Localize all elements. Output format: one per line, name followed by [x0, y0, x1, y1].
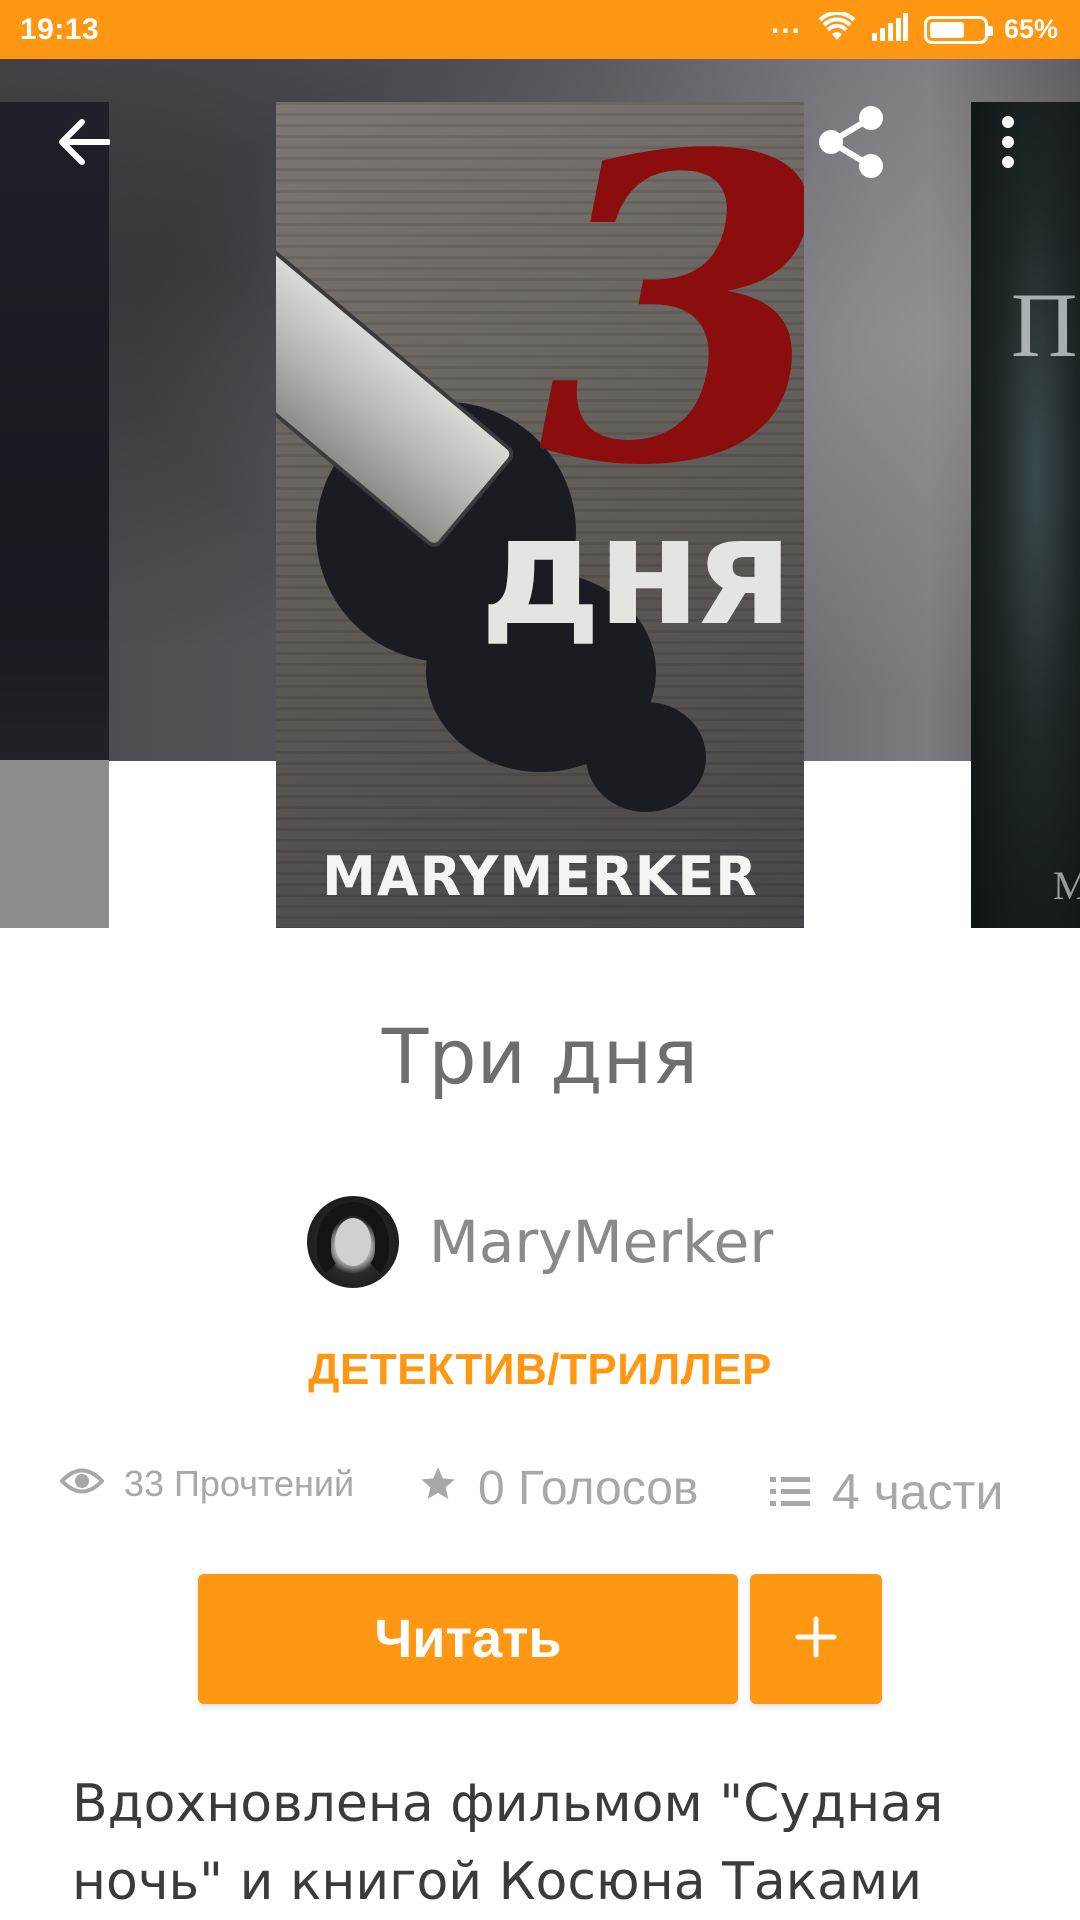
battery-icon: [923, 15, 993, 44]
battery-percent: 65%: [1003, 14, 1058, 44]
share-button[interactable]: [803, 96, 899, 192]
parts-stat[interactable]: 4 части: [770, 1463, 1003, 1521]
reads-stat: 33 Прочтений: [59, 1463, 355, 1505]
story-description: Вдохновлена фильмом "Судная ночь" и книг…: [72, 1774, 944, 1912]
next-story-cover[interactable]: П M: [971, 102, 1080, 928]
status-icons: ... 65%: [770, 6, 1058, 47]
status-bar: 19:13 ... 65%: [0, 0, 1080, 59]
status-time: 19:13: [20, 12, 100, 46]
author-name[interactable]: MaryMerker: [429, 1208, 773, 1276]
signal-icon: [871, 13, 908, 46]
next-cover-author-fragment: M: [1053, 863, 1080, 908]
star-icon: [418, 1461, 458, 1516]
genre-link[interactable]: ДЕТЕКТИВ/ТРИЛЛЕР: [0, 1345, 1080, 1395]
cover-author: MARYMERKER: [322, 845, 758, 908]
votes-stat: 0 Голосов: [418, 1461, 698, 1516]
list-icon: [770, 1463, 810, 1521]
votes-count: 0 Голосов: [478, 1462, 699, 1515]
next-cover-title-fragment: П: [1011, 274, 1078, 376]
share-icon: [813, 104, 889, 185]
plus-icon: [794, 1615, 838, 1664]
story-stats: 33 Прочтений 0 Голосов 4 части: [0, 1455, 1080, 1535]
reads-count: 33 Прочтений: [124, 1463, 355, 1504]
read-button-label: Читать: [374, 1609, 562, 1669]
back-button[interactable]: [36, 96, 132, 192]
battery-fill: [929, 21, 964, 38]
previous-story-cover[interactable]: [0, 102, 109, 928]
notification-dots: ...: [770, 6, 802, 40]
previous-cover-lower: [0, 760, 109, 928]
more-options-button[interactable]: [960, 96, 1056, 192]
cover-word: дня: [480, 485, 793, 659]
cover-number: 3: [538, 102, 804, 558]
story-details-screen: 19:13 ... 65% П M 3 дня MARYMERKER Три д…: [0, 0, 1080, 1920]
author-row[interactable]: MaryMerker: [0, 1196, 1080, 1288]
add-to-library-button[interactable]: [750, 1574, 882, 1704]
story-cover[interactable]: 3 дня MARYMERKER: [276, 102, 804, 928]
story-title: Три дня: [381, 1012, 699, 1101]
eye-icon: [59, 1463, 105, 1505]
cover-ink-stain: [586, 702, 706, 812]
avatar-hair: [316, 1202, 389, 1282]
back-arrow-icon: [58, 118, 111, 171]
more-vert-icon: [1000, 115, 1016, 173]
wifi-icon: [818, 10, 856, 47]
parts-count: 4 части: [832, 1464, 1004, 1520]
read-button[interactable]: Читать: [198, 1574, 738, 1704]
author-avatar[interactable]: [306, 1196, 399, 1288]
